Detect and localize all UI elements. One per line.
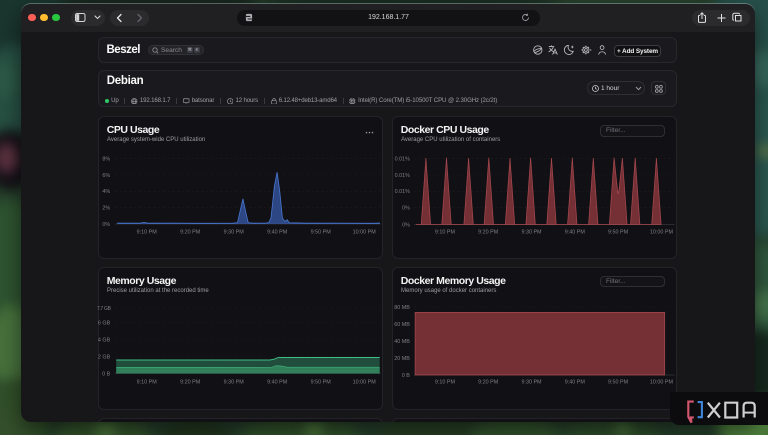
svg-text:9:40 PM: 9:40 PM bbox=[267, 379, 288, 385]
svg-text:2%: 2% bbox=[102, 205, 110, 211]
svg-text:10:00 PM: 10:00 PM bbox=[352, 379, 376, 385]
svg-text:0.01%: 0.01% bbox=[394, 189, 409, 195]
svg-text:10:00 PM: 10:00 PM bbox=[650, 379, 674, 385]
svg-text:2 GB: 2 GB bbox=[98, 354, 111, 360]
svg-text:9:50 PM: 9:50 PM bbox=[608, 379, 629, 385]
svg-text:9:50 PM: 9:50 PM bbox=[608, 230, 629, 236]
svg-text:80 MB: 80 MB bbox=[394, 305, 410, 311]
svg-text:0%: 0% bbox=[102, 222, 110, 228]
svg-text:0 B: 0 B bbox=[402, 373, 410, 379]
svg-text:9:40 PM: 9:40 PM bbox=[267, 230, 288, 236]
svg-text:60 MB: 60 MB bbox=[394, 322, 410, 328]
svg-text:9:20 PM: 9:20 PM bbox=[478, 379, 499, 385]
svg-text:9:30 PM: 9:30 PM bbox=[223, 379, 244, 385]
svg-text:9:50 PM: 9:50 PM bbox=[310, 230, 331, 236]
svg-text:9:30 PM: 9:30 PM bbox=[521, 379, 542, 385]
svg-text:4%: 4% bbox=[102, 189, 110, 195]
svg-text:8%: 8% bbox=[102, 157, 110, 163]
svg-text:4 GB: 4 GB bbox=[98, 337, 111, 343]
svg-text:6 GB: 6 GB bbox=[98, 320, 111, 326]
svg-text:9:40 PM: 9:40 PM bbox=[565, 230, 586, 236]
svg-text:0 B: 0 B bbox=[102, 371, 110, 377]
svg-text:9:10 PM: 9:10 PM bbox=[136, 230, 157, 236]
svg-text:10:00 PM: 10:00 PM bbox=[650, 230, 674, 236]
svg-text:9:20 PM: 9:20 PM bbox=[180, 379, 201, 385]
svg-text:7.7 GB: 7.7 GB bbox=[97, 306, 112, 312]
svg-text:6%: 6% bbox=[102, 173, 110, 179]
svg-text:40 MB: 40 MB bbox=[394, 339, 410, 345]
svg-text:9:50 PM: 9:50 PM bbox=[310, 379, 331, 385]
svg-text:0.01%: 0.01% bbox=[394, 157, 409, 163]
svg-text:0%: 0% bbox=[402, 222, 410, 228]
svg-text:10:00 PM: 10:00 PM bbox=[352, 230, 376, 236]
svg-text:9:10 PM: 9:10 PM bbox=[435, 230, 456, 236]
svg-text:9:30 PM: 9:30 PM bbox=[223, 230, 244, 236]
svg-text:9:20 PM: 9:20 PM bbox=[180, 230, 201, 236]
svg-text:0.01%: 0.01% bbox=[394, 173, 409, 179]
svg-text:0%: 0% bbox=[402, 205, 410, 211]
svg-text:9:10 PM: 9:10 PM bbox=[136, 379, 157, 385]
svg-text:9:30 PM: 9:30 PM bbox=[521, 230, 542, 236]
svg-text:20 MB: 20 MB bbox=[394, 356, 410, 362]
svg-text:9:10 PM: 9:10 PM bbox=[435, 379, 456, 385]
svg-text:9:20 PM: 9:20 PM bbox=[478, 230, 499, 236]
svg-text:9:40 PM: 9:40 PM bbox=[565, 379, 586, 385]
